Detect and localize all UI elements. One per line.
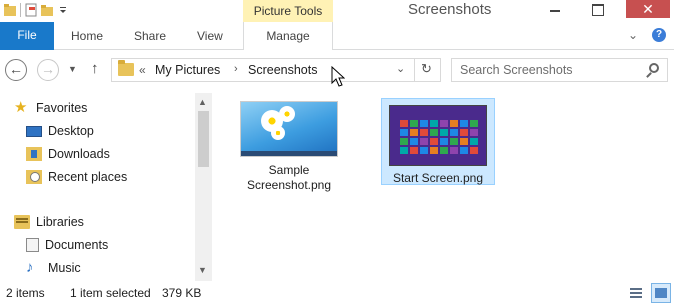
breadcrumb-my-pictures[interactable]: My Pictures bbox=[155, 63, 220, 77]
qat-divider bbox=[20, 3, 21, 17]
nav-item-libraries[interactable]: Libraries bbox=[14, 213, 84, 231]
minimize-button[interactable] bbox=[542, 0, 570, 18]
selection-size: 379 KB bbox=[162, 286, 202, 300]
nav-item-music[interactable]: ♪ Music bbox=[26, 259, 81, 277]
search-icon[interactable] bbox=[649, 63, 659, 73]
file-name: Sample Screenshot.png bbox=[246, 163, 332, 192]
file-list: Sample Screenshot.png Start Screen.png bbox=[213, 93, 674, 281]
search-box[interactable]: Search Screenshots bbox=[451, 58, 668, 82]
recent-places-icon bbox=[26, 170, 42, 184]
navigation-pane: ★ Favorites Desktop Downloads Recent pla… bbox=[0, 93, 212, 281]
tab-view[interactable]: View bbox=[197, 22, 223, 50]
window-title: Screenshots bbox=[408, 1, 492, 18]
title-bar: Picture Tools Screenshots ✕ bbox=[0, 0, 674, 22]
help-icon[interactable]: ? bbox=[652, 28, 666, 42]
large-icons-view-icon[interactable] bbox=[651, 283, 671, 303]
item-count: 2 items bbox=[6, 286, 45, 300]
image-thumbnail bbox=[389, 105, 487, 166]
forward-button[interactable]: → bbox=[37, 59, 59, 81]
nav-item-label: Libraries bbox=[36, 215, 84, 229]
nav-item-recent-places[interactable]: Recent places bbox=[26, 168, 127, 186]
close-button[interactable]: ✕ bbox=[626, 0, 670, 18]
qat-customize-icon[interactable] bbox=[57, 3, 69, 17]
nav-item-label: Documents bbox=[45, 238, 109, 252]
app-folder-icon[interactable] bbox=[4, 3, 16, 17]
libraries-icon bbox=[14, 215, 30, 229]
properties-icon[interactable] bbox=[25, 3, 37, 17]
image-thumbnail bbox=[240, 101, 338, 157]
downloads-icon bbox=[26, 147, 42, 161]
nav-item-label: Desktop bbox=[48, 124, 94, 138]
back-button[interactable]: ← bbox=[5, 59, 27, 81]
music-icon: ♪ bbox=[26, 259, 34, 276]
documents-icon bbox=[26, 238, 39, 252]
scroll-up-icon[interactable]: ▲ bbox=[198, 97, 207, 107]
status-bar: 2 items 1 item selected 379 KB bbox=[0, 281, 674, 308]
nav-item-label: Downloads bbox=[48, 147, 110, 161]
tab-share[interactable]: Share bbox=[134, 22, 166, 50]
file-item[interactable]: Sample Screenshot.png bbox=[233, 101, 345, 193]
selection-count: 1 item selected bbox=[70, 286, 151, 300]
details-view-icon[interactable] bbox=[628, 286, 644, 300]
address-dropdown-icon[interactable]: ⌄ bbox=[396, 62, 405, 75]
refresh-icon[interactable]: ↻ bbox=[421, 61, 432, 77]
overflow-chevron-icon[interactable]: « bbox=[139, 63, 146, 77]
recent-locations-icon[interactable]: ▼ bbox=[68, 64, 77, 74]
tab-home[interactable]: Home bbox=[71, 22, 103, 50]
search-placeholder: Search Screenshots bbox=[460, 63, 573, 77]
quick-access-toolbar bbox=[4, 3, 69, 17]
scroll-down-icon[interactable]: ▼ bbox=[198, 265, 207, 275]
up-button[interactable]: ↑ bbox=[91, 60, 99, 77]
picture-tools-header: Picture Tools bbox=[243, 0, 333, 22]
window-controls: ✕ bbox=[542, 0, 670, 18]
file-name: Start Screen.png bbox=[392, 171, 484, 185]
nav-item-desktop[interactable]: Desktop bbox=[26, 122, 94, 140]
scrollbar-thumb[interactable] bbox=[198, 111, 209, 167]
breadcrumb-separator-icon[interactable]: › bbox=[234, 63, 238, 75]
ribbon-expand-icon[interactable]: ⌄ bbox=[628, 28, 638, 42]
breadcrumb-screenshots[interactable]: Screenshots bbox=[248, 63, 317, 77]
folder-icon bbox=[118, 60, 134, 76]
address-bar[interactable]: « My Pictures › Screenshots ⌄ ↻ bbox=[111, 58, 441, 82]
ribbon-tabs: File Home Share View Manage ⌄ ? bbox=[0, 22, 674, 50]
maximize-button[interactable] bbox=[584, 0, 612, 18]
new-folder-icon[interactable] bbox=[41, 3, 53, 17]
ribbon-right-controls: ⌄ ? bbox=[628, 28, 666, 42]
nav-pane-scrollbar[interactable]: ▲ ▼ bbox=[195, 93, 212, 281]
mouse-cursor-icon bbox=[331, 66, 345, 87]
desktop-icon bbox=[26, 125, 42, 137]
address-divider bbox=[414, 59, 415, 81]
nav-item-label: Recent places bbox=[48, 170, 128, 184]
nav-item-label: Music bbox=[48, 261, 81, 275]
tab-file[interactable]: File bbox=[0, 22, 54, 50]
star-icon: ★ bbox=[14, 99, 28, 116]
nav-item-favorites[interactable]: ★ Favorites bbox=[14, 99, 87, 117]
nav-item-label: Favorites bbox=[36, 101, 88, 115]
nav-item-downloads[interactable]: Downloads bbox=[26, 145, 110, 163]
file-item-selected[interactable]: Start Screen.png bbox=[381, 98, 495, 185]
nav-item-documents[interactable]: Documents bbox=[26, 236, 108, 254]
tab-manage[interactable]: Manage bbox=[243, 22, 333, 50]
